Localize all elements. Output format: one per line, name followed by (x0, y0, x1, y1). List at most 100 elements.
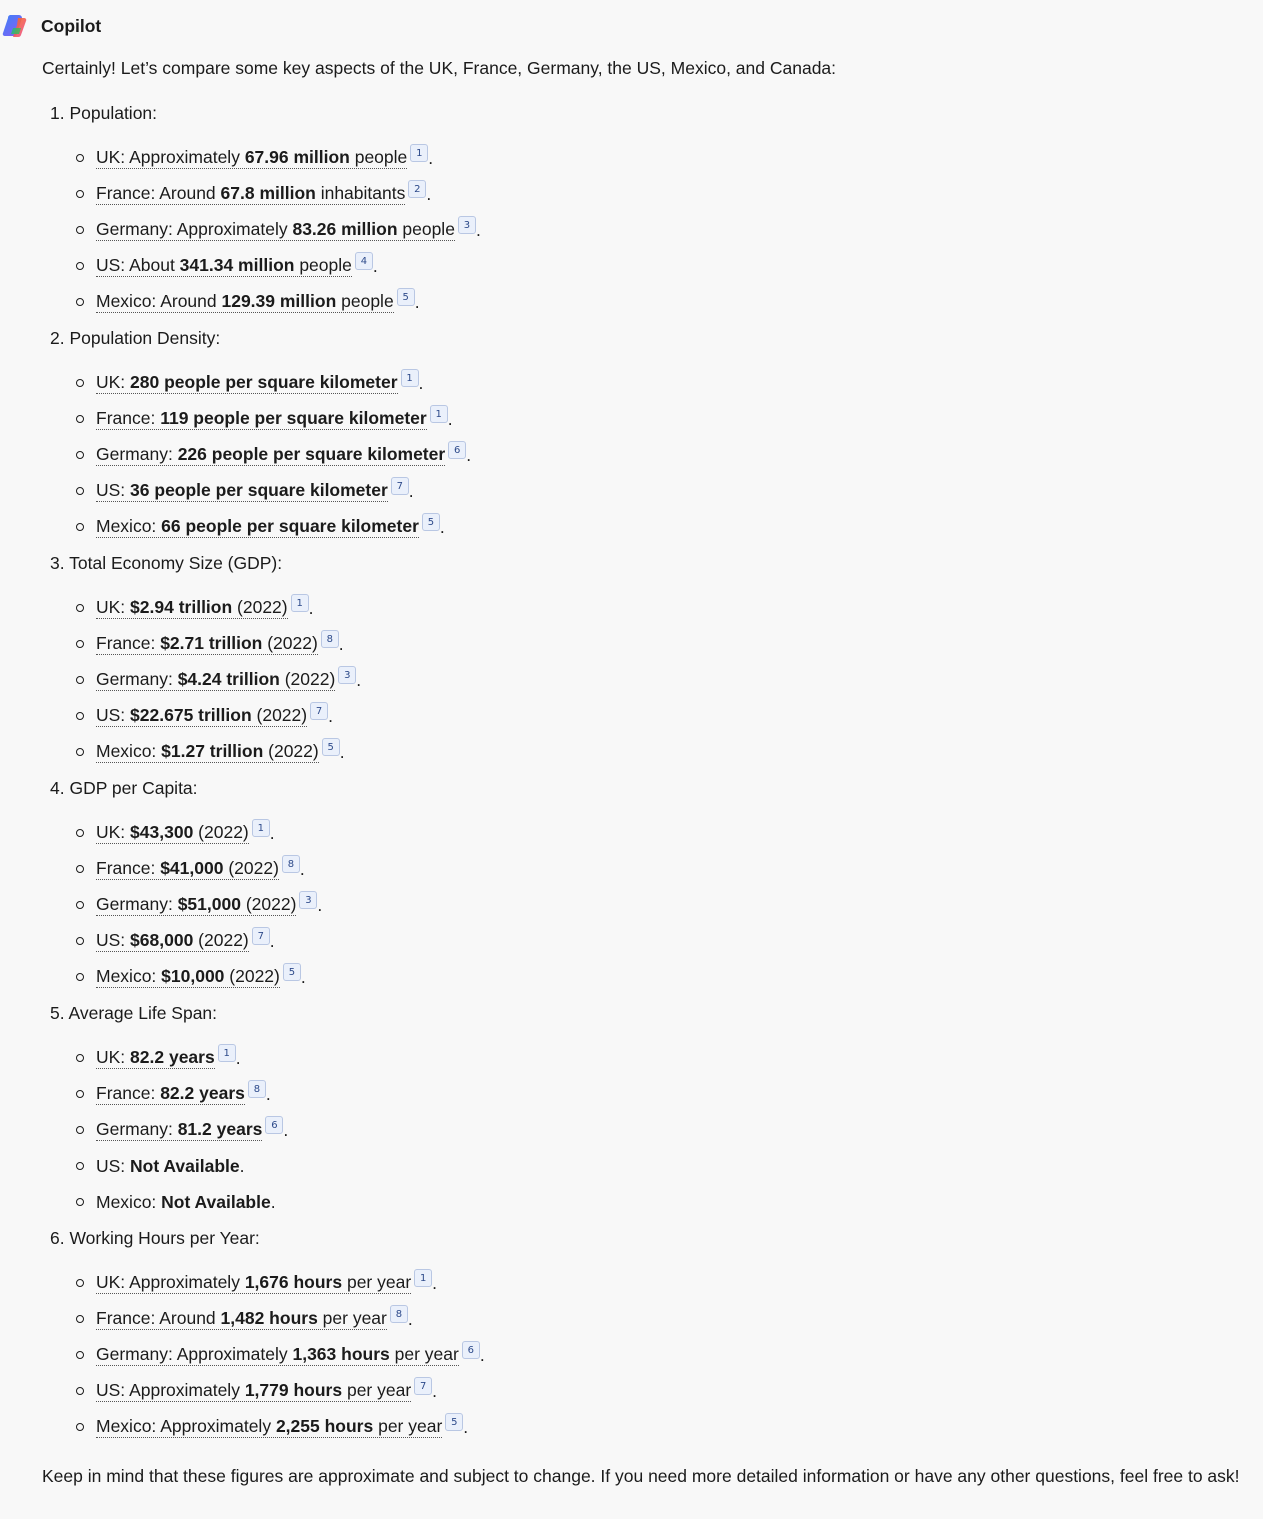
list-item: France: Around 67.8 million inhabitants 2… (76, 180, 431, 207)
citation-link[interactable]: France: Around 67.8 million inhabitants (96, 183, 406, 205)
period: . (283, 1119, 289, 1140)
item-label: UK: (96, 372, 131, 392)
bullet-icon (76, 1054, 84, 1062)
app-name: Copilot (41, 16, 102, 36)
item-suffix: per year (317, 1308, 387, 1328)
citation-badge[interactable]: 2 (408, 180, 427, 198)
citation-link[interactable]: UK: Approximately 67.96 million people (96, 147, 408, 169)
item-label: UK: Approximately (96, 1272, 245, 1292)
citation-badge[interactable]: 8 (389, 1305, 408, 1323)
citation-badge[interactable]: 7 (414, 1377, 433, 1395)
citation-link[interactable]: Germany: $51,000 (2022) (96, 894, 297, 916)
citation-badge[interactable]: 5 (282, 963, 301, 981)
citation-link[interactable]: Germany: 81.2 years (96, 1119, 263, 1141)
citation-link[interactable]: Germany: $4.24 trillion (2022) (96, 669, 336, 691)
citation-badge[interactable]: 8 (320, 630, 339, 648)
citation-badge[interactable]: 5 (321, 738, 340, 756)
citation-link[interactable]: France: $2.71 trillion (2022) (96, 633, 318, 655)
bullet-icon (76, 937, 84, 945)
item-label: Germany: (96, 444, 178, 464)
citation-link[interactable]: UK: 82.2 years (96, 1047, 215, 1069)
bullet-icon (76, 676, 84, 684)
item-value: 83.26 million (292, 219, 398, 239)
citation-badge[interactable]: 6 (448, 441, 467, 459)
section-title: 4. GDP per Capita: (50, 778, 198, 798)
item-suffix: per year (373, 1416, 443, 1436)
citation-badge[interactable]: 7 (251, 927, 270, 945)
citation-link[interactable]: Germany: Approximately 1,363 hours per y… (96, 1344, 459, 1366)
period: . (269, 822, 275, 843)
citation-badge[interactable]: 8 (247, 1080, 266, 1098)
period: . (475, 219, 481, 240)
citation-link[interactable]: Mexico: 66 people per square kilometer (96, 516, 419, 538)
period: . (356, 669, 362, 690)
citation-link[interactable]: UK: $43,300 (2022) (96, 822, 249, 844)
citation-badge[interactable]: 1 (400, 369, 419, 387)
citation-link[interactable]: Germany: 226 people per square kilometer (96, 444, 446, 466)
citation-badge[interactable]: 3 (299, 891, 318, 909)
citation-link[interactable]: Mexico: $10,000 (2022) (96, 966, 280, 988)
bullet-icon (76, 226, 84, 234)
citation-link[interactable]: Mexico: $1.27 trillion (2022) (96, 741, 319, 763)
list-item: US: Approximately 1,779 hours per year 7… (76, 1377, 437, 1404)
citation-badge[interactable]: 1 (251, 819, 270, 837)
bullet-icon (76, 901, 84, 909)
citation-badge[interactable]: 1 (290, 594, 309, 612)
citation-badge[interactable]: 7 (390, 477, 409, 495)
list-item: UK: $43,300 (2022) 1. (76, 819, 275, 846)
item-label: France: (96, 858, 161, 878)
citation-link[interactable]: Germany: Approximately 83.26 million peo… (96, 219, 455, 241)
citation-badge[interactable]: 1 (410, 144, 429, 162)
bullet-icon (76, 1162, 84, 1170)
item-label: Mexico: (96, 966, 162, 986)
citation-link[interactable]: US: 36 people per square kilometer (96, 480, 388, 502)
item-suffix: (2022) (263, 741, 319, 761)
citation-badge[interactable]: 5 (396, 288, 415, 306)
citation-badge[interactable]: 6 (265, 1116, 284, 1134)
citation-badge[interactable]: 6 (461, 1341, 480, 1359)
citation-link[interactable]: UK: $2.94 trillion (2022) (96, 597, 288, 619)
citation-badge[interactable]: 1 (414, 1269, 433, 1287)
citation-link[interactable]: France: 119 people per square kilometer (96, 408, 427, 430)
item-value: 67.96 million (244, 147, 350, 167)
item-value: 2,255 hours (275, 1416, 374, 1436)
item-label: France: Around (96, 1308, 221, 1328)
period: . (338, 633, 344, 654)
citation-link[interactable]: France: Around 1,482 hours per year (96, 1308, 387, 1330)
citation-link[interactable]: Mexico: Approximately 2,255 hours per ye… (96, 1416, 443, 1438)
citation-link[interactable]: US: About 341.34 million people (96, 255, 352, 277)
citation-link[interactable]: France: $41,000 (2022) (96, 858, 279, 880)
period: . (428, 147, 434, 168)
item-value: 119 people per square kilometer (160, 408, 427, 428)
item-suffix: (2022) (240, 894, 297, 914)
citation-badge[interactable]: 4 (354, 252, 373, 270)
citation-link[interactable]: UK: Approximately 1,676 hours per year (96, 1272, 412, 1294)
citation-badge[interactable]: 3 (338, 666, 357, 684)
item-suffix: inhabitants (315, 183, 406, 203)
citation-link[interactable]: Mexico: Around 129.39 million people (96, 291, 394, 313)
citation-link[interactable]: France: 82.2 years (96, 1083, 245, 1105)
item-suffix: (2022) (279, 669, 336, 689)
citation-link[interactable]: US: $22.675 trillion (2022) (96, 705, 308, 727)
citation-badge[interactable]: 7 (310, 702, 329, 720)
citation-badge[interactable]: 5 (421, 513, 440, 531)
section-title: 3. Total Economy Size (GDP): (50, 553, 283, 573)
citation-link[interactable]: US: Approximately 1,779 hours per year (96, 1380, 412, 1402)
item-suffix: (2022) (262, 633, 318, 653)
list-item: Germany: 81.2 years 6. (76, 1116, 289, 1143)
period: . (439, 516, 445, 537)
item-value: 82.2 years (160, 1083, 245, 1103)
citation-badge[interactable]: 3 (457, 216, 476, 234)
bullet-icon (76, 1315, 84, 1323)
citation-badge[interactable]: 5 (445, 1413, 464, 1431)
citation-badge[interactable]: 8 (281, 855, 300, 873)
item-suffix: (2022) (251, 705, 308, 725)
item-suffix: people (397, 219, 455, 239)
citation-link[interactable]: US: $68,000 (2022) (96, 930, 249, 952)
citation-badge[interactable]: 1 (429, 405, 448, 423)
citation-badge[interactable]: 1 (217, 1044, 236, 1062)
bullet-icon (76, 415, 84, 423)
citation-link[interactable]: UK: 280 people per square kilometer (96, 372, 398, 394)
item-suffix: (2022) (193, 930, 249, 950)
item-suffix: (2022) (224, 966, 280, 986)
